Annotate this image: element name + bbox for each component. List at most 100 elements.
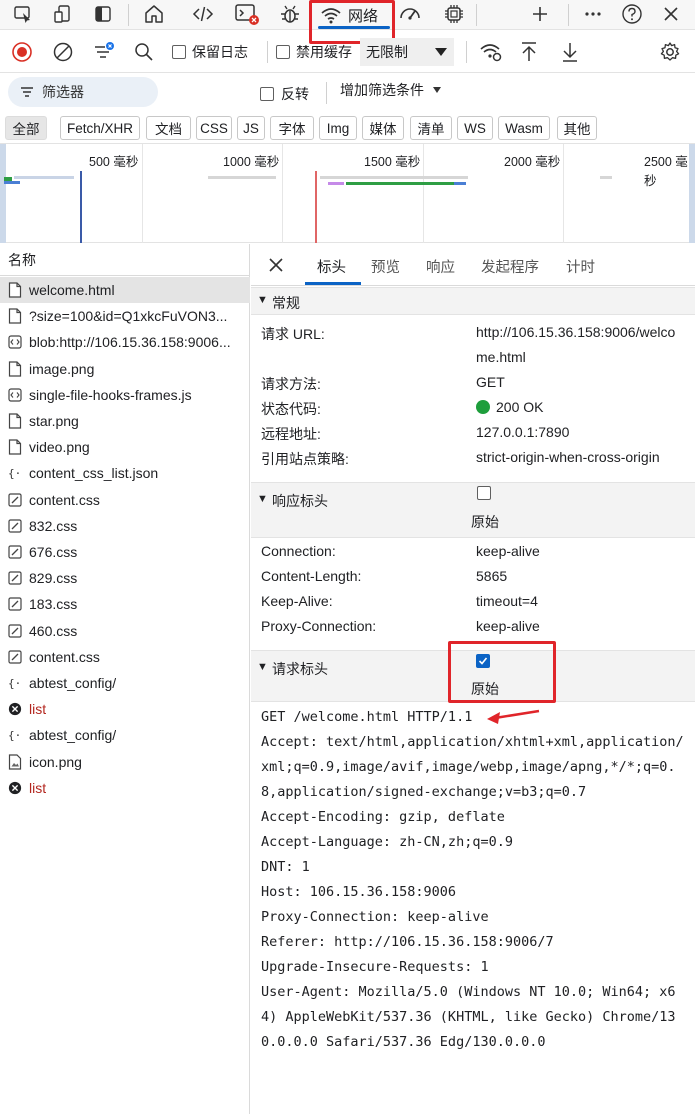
request-row[interactable]: 676.css [0,539,250,565]
close-detail-icon[interactable] [267,256,285,274]
invert-checkbox[interactable] [260,87,274,101]
clear-icon[interactable] [51,40,75,64]
record-icon[interactable] [10,40,34,64]
type-filter-fetch-xhr[interactable]: Fetch/XHR [60,116,140,140]
tab-headers[interactable]: 标头 [317,256,346,277]
type-filter-other[interactable]: 其他 [557,116,597,140]
caret-down-icon [432,86,442,94]
throttle-select[interactable]: 无限制 [360,38,454,66]
response-raw-checkbox[interactable] [477,486,491,500]
filter-input[interactable]: 筛选器 [8,77,158,107]
help-icon[interactable] [619,2,645,26]
import-har-icon[interactable] [517,40,541,64]
type-filter-manifest[interactable]: 清单 [410,116,452,140]
raw-header-line: User-Agent: Mozilla/5.0 (Windows NT 10.0… [261,984,676,1000]
request-method-label: 请求方法: [261,376,321,392]
invert-toggle[interactable]: 反转 [260,84,309,104]
network-conditions-icon[interactable] [478,40,504,64]
referrer-policy-value: strict-origin-when-cross-origin [476,449,660,465]
device-icon[interactable] [50,2,76,26]
name-column-header[interactable]: 名称 [0,244,249,276]
memory-icon[interactable] [441,2,467,26]
detail-tab-bar: 标头 预览 响应 发起程序 计时 [251,244,695,286]
response-header-key: Keep-Alive: [261,593,333,609]
stylesheet-icon [8,623,22,639]
request-row[interactable]: star.png [0,408,250,434]
request-row[interactable]: {·} content_css_list.json [0,460,250,486]
collapse-triangle-icon: ▼ [257,493,268,505]
request-row[interactable]: 183.css [0,591,250,617]
request-name: content.css [29,491,100,508]
tab-preview[interactable]: 预览 [371,256,400,277]
export-har-icon[interactable] [558,40,582,64]
referrer-policy-label: 引用站点策略: [261,451,349,467]
settings-gear-icon[interactable] [658,40,682,64]
request-row[interactable]: content.css [0,644,250,670]
response-headers-section-header[interactable]: ▼ 响应标头 原始 [251,482,695,538]
type-filter-ws[interactable]: WS [457,116,493,140]
add-icon[interactable] [527,2,553,26]
request-name: content.css [29,648,100,665]
disable-cache-toggle[interactable]: 禁用缓存 [276,42,352,62]
type-filter-wasm[interactable]: Wasm [498,116,550,140]
request-row[interactable]: 460.css [0,618,250,644]
type-filter-doc[interactable]: 文档 [146,116,191,140]
elements-icon[interactable] [190,2,216,26]
search-icon[interactable] [132,40,156,64]
script-icon [8,334,22,350]
request-name: 832.css [29,517,78,534]
performance-icon[interactable] [397,2,423,26]
status-code-text: 200 OK [496,399,544,415]
filter-row: 筛选器 反转 增加筛选条件 [0,74,695,112]
request-row[interactable]: ?size=100&id=Q1xkcFuVON3... [0,303,250,329]
tab-timing[interactable]: 计时 [566,256,595,277]
request-row[interactable]: list [0,775,250,801]
tab-response[interactable]: 响应 [426,256,455,277]
inspect-icon[interactable] [10,2,36,26]
type-filter-img[interactable]: Img [319,116,357,140]
status-ok-dot-icon [476,400,490,414]
type-filter-css[interactable]: CSS [196,116,232,140]
tab-initiator[interactable]: 发起程序 [481,256,539,277]
disable-cache-checkbox[interactable] [276,45,290,59]
request-row[interactable]: 832.css [0,513,250,539]
type-filter-js[interactable]: JS [237,116,265,140]
request-row[interactable]: video.png [0,434,250,460]
overview-tick: 1000 毫秒 [223,155,280,169]
preserve-log-toggle[interactable]: 保留日志 [172,42,248,62]
general-section-header[interactable]: ▼ 常规 [251,287,695,315]
stylesheet-icon [8,596,22,612]
stylesheet-icon [8,570,22,586]
filter-icon [20,86,34,98]
request-name: icon.png [29,753,82,770]
home-icon[interactable] [141,2,167,26]
filter-settings-icon[interactable] [92,40,116,64]
preserve-log-checkbox[interactable] [172,45,186,59]
type-filter-all[interactable]: 全部 [5,116,47,140]
timeline-overview[interactable]: 500 毫秒 1000 毫秒 1500 毫秒 2000 毫秒 2500 毫秒 [0,143,695,243]
request-row[interactable]: icon.png [0,749,250,775]
request-row[interactable]: single-file-hooks-frames.js [0,382,250,408]
type-filter-font[interactable]: 字体 [270,116,314,140]
type-filter-media[interactable]: 媒体 [362,116,404,140]
sidebar-toggle-icon[interactable] [90,2,116,26]
debug-icon[interactable] [277,2,303,26]
request-row[interactable]: image.png [0,356,250,382]
request-row[interactable]: {·} abtest_config/ [0,670,250,696]
overview-bar [4,181,20,184]
more-icon[interactable] [580,2,606,26]
remote-address-value: 127.0.0.1:7890 [476,424,570,440]
raw-header-line: Accept-Encoding: gzip, deflate [261,809,505,825]
close-icon[interactable] [658,2,684,26]
request-row[interactable]: list [0,696,250,722]
resource-type-filters: 全部 Fetch/XHR 文档 CSS JS 字体 Img 媒体 清单 WS W… [0,114,695,142]
console-icon[interactable] [234,2,260,26]
request-row[interactable]: blob:http://106.15.36.158:9006... [0,329,250,355]
request-row[interactable]: welcome.html [0,277,250,303]
request-name: 676.css [29,544,78,560]
add-filter-button[interactable]: 增加筛选条件 [340,80,442,100]
request-row[interactable]: 829.css [0,565,250,591]
request-row[interactable]: content.css [0,487,250,513]
overview-left-handle[interactable] [0,144,6,243]
request-row[interactable]: {·} abtest_config/ [0,722,250,748]
